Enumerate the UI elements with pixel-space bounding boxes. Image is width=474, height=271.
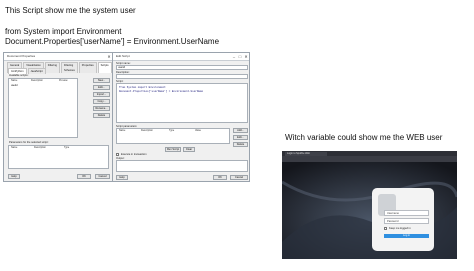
param-col-name: Name [11, 146, 18, 149]
ok-button[interactable]: OK [213, 175, 227, 180]
document-properties-titlebar: Document Properties ✕ [4, 53, 112, 61]
edit-parameter-button[interactable]: Edit... [233, 135, 248, 140]
script-name-input[interactable]: userid [116, 65, 248, 70]
clear-button[interactable]: Clear [183, 147, 195, 152]
caption-line-3: Document.Properties['userName'] = Enviro… [5, 37, 220, 46]
param-col-type: Type [64, 146, 70, 149]
new-script-button[interactable]: New... [93, 78, 110, 83]
param-col-value: Value [195, 129, 201, 132]
add-parameter-button[interactable]: Add... [233, 128, 248, 133]
tab-filtering-schemes[interactable]: Filtering Schemes [60, 62, 78, 73]
description-input[interactable] [116, 74, 248, 79]
code-line-2: Document.Properties['userName'] = Enviro… [119, 89, 204, 93]
rename-script-button[interactable]: Rename... [93, 106, 110, 111]
document-properties-window: Document Properties ✕ General Visualizat… [3, 52, 113, 182]
remember-label: Keep me logged in [389, 227, 411, 230]
scripts-list[interactable]: Name Description Preview userid [8, 78, 78, 138]
run-script-button[interactable]: Run Script [165, 147, 181, 152]
output-box [116, 160, 248, 172]
delete-parameter-button[interactable]: Delete [233, 142, 248, 147]
param-col-type: Type [169, 129, 175, 132]
edit-script-window: Edit Script – □ ✕ Script name: userid De… [112, 52, 250, 182]
help-button[interactable]: Help [116, 175, 128, 180]
caption-right: Witch variable could show me the WEB use… [285, 133, 443, 142]
edit-script-titlebar: Edit Script – □ ✕ [113, 53, 249, 61]
execute-transaction-label: Execute in transaction [121, 153, 147, 156]
remember-checkbox[interactable] [384, 227, 387, 230]
available-scripts-label: Available scripts: [9, 74, 29, 77]
cancel-button[interactable]: Cancel [230, 175, 248, 180]
col-name: Name [11, 79, 18, 82]
script-parameters-list[interactable]: Name Description Type Value [116, 128, 230, 144]
tab-filtering[interactable]: Filtering [44, 62, 60, 73]
window-controls: – □ ✕ [231, 53, 249, 60]
param-col-description: Description [141, 129, 153, 132]
param-col-description: Description [34, 146, 46, 149]
login-button[interactable]: Log in [384, 234, 429, 238]
cancel-button[interactable]: Cancel [95, 174, 110, 179]
copy-script-button[interactable]: Copy... [93, 99, 110, 104]
parameters-list[interactable]: Name Description Type [8, 145, 109, 169]
document-properties-title: Document Properties [7, 54, 36, 58]
ok-button[interactable]: OK [77, 174, 91, 179]
web-login-screenshot: Login to Spotfire Web Username Password … [282, 151, 457, 259]
tab-javascript[interactable]: JavaScript [27, 68, 46, 74]
tab-properties[interactable]: Properties [78, 62, 97, 73]
username-input[interactable]: Username [384, 210, 429, 216]
col-preview: Preview [59, 79, 68, 82]
parameters-label: Parameters for the selected script: [9, 141, 49, 144]
tab-scripts[interactable]: Scripts [97, 62, 112, 73]
execute-transaction-checkbox[interactable] [116, 153, 119, 156]
password-input[interactable]: Password [384, 218, 429, 224]
login-card: Username Password Keep me logged in Log … [372, 188, 434, 251]
param-col-name: Name [119, 129, 126, 132]
help-button[interactable]: Help [8, 174, 20, 179]
close-icon[interactable]: ✕ [243, 53, 249, 60]
edit-script-button[interactable]: Edit... [93, 85, 110, 90]
col-description: Description [31, 79, 43, 82]
edit-script-title: Edit Script [116, 54, 130, 58]
delete-script-button[interactable]: Delete [93, 113, 110, 118]
script-editor[interactable]: from System import Environment Document.… [116, 83, 248, 123]
caption-line-1: This Script show me the system user [5, 6, 136, 15]
import-script-button[interactable]: Import... [93, 92, 110, 97]
caption-line-2: from System import Environment [5, 27, 122, 36]
script-row-userid[interactable]: userid [11, 84, 18, 87]
